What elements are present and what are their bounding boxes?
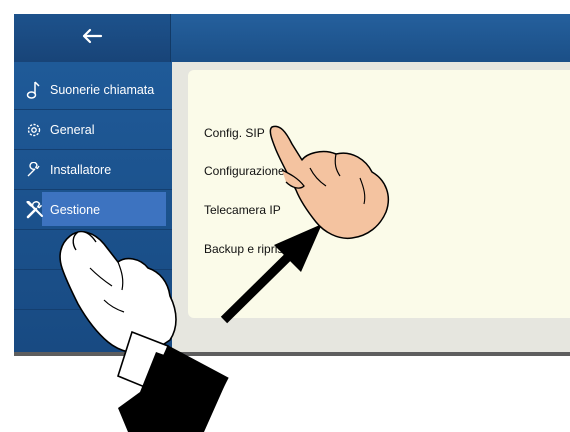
gloved-hand-icon [59, 230, 229, 432]
instruction-overlay [59, 125, 390, 432]
arrow-icon [220, 224, 322, 324]
pointing-hand-icon [269, 125, 390, 240]
